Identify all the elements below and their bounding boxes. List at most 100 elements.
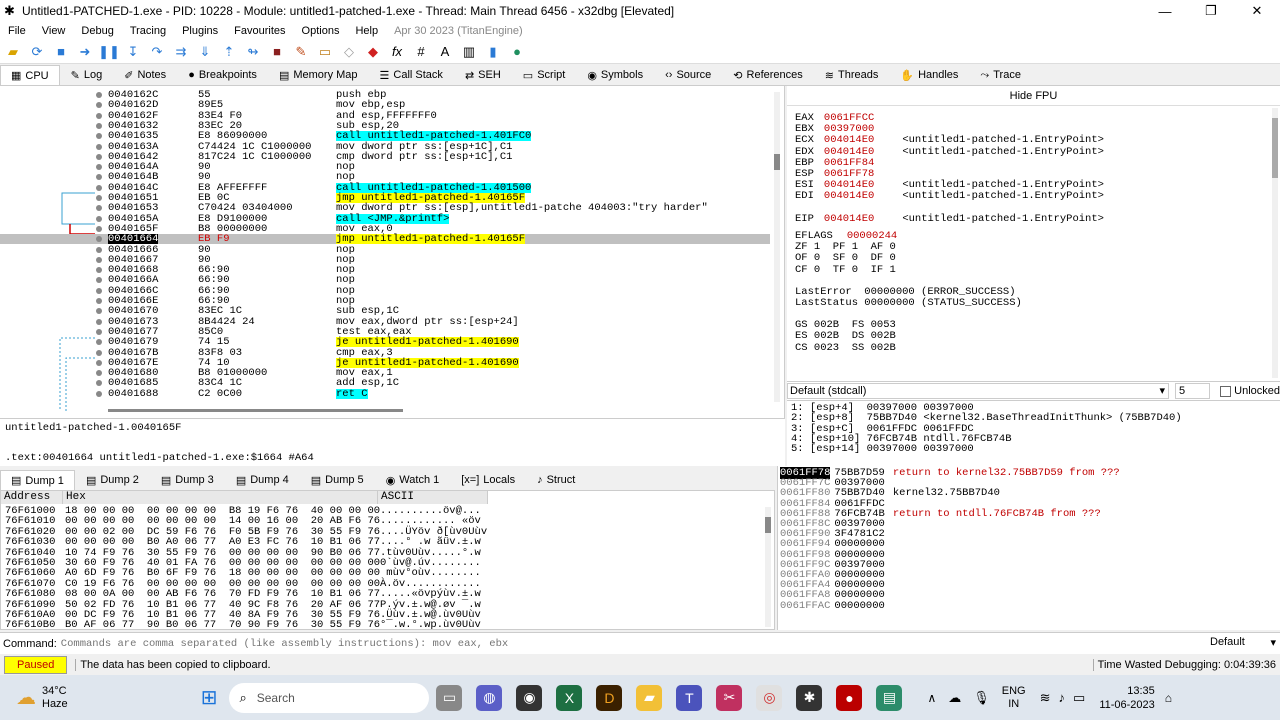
pause-icon[interactable]: ❚❚ — [98, 43, 120, 61]
register-row[interactable]: EDI 004014E0 <untitled1-patched-1.EntryPoi… — [795, 190, 1104, 202]
breakpoint-dot[interactable] — [96, 133, 102, 140]
execute-till-return-icon[interactable]: ⇡ — [220, 43, 238, 61]
segment-row[interactable]: ES 002B DS 002B — [795, 330, 896, 342]
tab-call-stack[interactable]: ☰ Call Stack — [369, 65, 454, 85]
tab-references[interactable]: ⟲ References — [722, 65, 813, 85]
start-icon[interactable]: ⊞ — [201, 685, 218, 710]
run-to-user-code-icon[interactable]: ↬ — [244, 43, 262, 61]
register-row[interactable]: ESI 004014E0 <untitled1-patched-1.EntryPoi… — [795, 179, 1104, 191]
file-explorer-icon[interactable]: ▰ — [636, 684, 663, 711]
menu-options[interactable]: Options — [294, 25, 348, 37]
register-row[interactable]: ESP 0061FF78 — [795, 168, 902, 180]
microphone-icon[interactable]: 🎙 — [973, 690, 990, 706]
hex-dump[interactable]: Address Hex ASCII 76F61000 18 00 00 00 00… — [0, 490, 775, 631]
disasm-scrollbar[interactable] — [774, 92, 780, 402]
register-row[interactable]: EBX 00397000 — [795, 123, 902, 135]
register-value[interactable]: 0061FFCC — [824, 112, 874, 124]
menu-file[interactable]: File — [0, 25, 34, 37]
flags-row[interactable]: OF 0 SF 0 DF 0 — [795, 252, 896, 264]
teams-chat-icon[interactable]: ◍ — [476, 684, 503, 711]
chrome-icon[interactable]: ◎ — [756, 684, 783, 711]
stack-value[interactable]: 00000000 — [834, 600, 884, 612]
teams-icon[interactable]: T — [676, 684, 703, 711]
register-row[interactable]: ECX 004014E0 <untitled1-patched-1.EntryPoi… — [795, 134, 1104, 146]
breakpoint-dot[interactable] — [96, 267, 102, 274]
lang-1[interactable]: ENG — [1002, 685, 1026, 698]
dump-tab-watch-1[interactable]: ◉ Watch 1 — [375, 470, 451, 490]
taskbar-search[interactable]: ⌕ Search — [229, 682, 430, 713]
breakpoint-dot[interactable] — [96, 174, 102, 181]
breakpoint-dot[interactable] — [96, 328, 102, 335]
function-icon[interactable]: fx — [388, 43, 406, 61]
register-value[interactable]: 004014E0 — [824, 213, 874, 225]
obs-icon[interactable]: ◉ — [516, 684, 543, 711]
menu-view[interactable]: View — [34, 25, 74, 37]
lang-2[interactable]: IN — [1002, 698, 1026, 711]
segment-row[interactable]: GS 002B FS 0053 — [795, 319, 896, 331]
dump-ascii[interactable]: °¯.w.°.wp.ùv0Uùv — [380, 620, 481, 631]
dump-tab-dump-1[interactable]: ▤ Dump 1 — [0, 470, 75, 490]
help-icon[interactable]: ▮ — [484, 43, 502, 61]
breakpoint-dot[interactable] — [96, 112, 102, 119]
dump-tab-dump-4[interactable]: ▤ Dump 4 — [225, 470, 300, 490]
register-value[interactable]: 0061FF78 — [824, 168, 874, 180]
maximize-button[interactable]: ❐ — [1188, 0, 1234, 22]
x32dbg-icon[interactable]: ✱ — [796, 684, 823, 711]
open-icon[interactable]: ▰ — [4, 43, 22, 61]
breakpoint-dot[interactable] — [96, 277, 102, 284]
tab-seh[interactable]: ⇄ SEH — [454, 65, 512, 85]
disassembly-view[interactable]: 0040162C 55 push ebp 0040162D 89E5 mov ebp,es… — [0, 86, 785, 418]
register-value[interactable]: 004014E0 — [824, 146, 874, 158]
tab-source[interactable]: ‹› Source — [654, 65, 722, 85]
breakpoint-dot[interactable] — [96, 102, 102, 109]
label-icon[interactable]: ◇ — [340, 43, 358, 61]
onedrive-icon[interactable]: ☁ — [948, 690, 961, 706]
disasm-row[interactable]: 00401688 C2 0C00 ret C — [0, 388, 770, 399]
unlocked-checkbox[interactable] — [1220, 385, 1232, 397]
step-over-icon[interactable]: ↷ — [148, 43, 166, 61]
tab-memory-map[interactable]: ▤ Memory Map — [268, 65, 369, 85]
run-icon[interactable]: ➜ — [76, 43, 94, 61]
wifi-icon[interactable]: ≋ — [1040, 690, 1051, 706]
notification-icon[interactable]: ⌂ — [1165, 691, 1172, 705]
trace-over-icon[interactable]: ⇓ — [196, 43, 214, 61]
bookmark-icon[interactable]: ◆ — [364, 43, 382, 61]
globe-icon[interactable]: ● — [508, 43, 526, 61]
breakpoint-dot[interactable] — [96, 390, 102, 397]
arg-count-spinner[interactable]: 5 — [1174, 383, 1211, 399]
battery-icon[interactable]: ▭ — [1073, 690, 1085, 706]
font-icon[interactable]: A — [436, 43, 454, 61]
breakpoint-dot[interactable] — [96, 164, 102, 171]
breakpoint-dot[interactable] — [96, 339, 102, 346]
stop-icon[interactable]: ■ — [268, 43, 286, 61]
breakpoint-dot[interactable] — [96, 370, 102, 377]
tab-trace[interactable]: ⤳ Trace — [969, 65, 1032, 85]
tab-script[interactable]: ▭ Script — [512, 65, 577, 85]
stack-arguments[interactable]: 1: [esp+4] 00397000 00397000 2: [esp+8] 7… — [787, 400, 1280, 466]
menu-help[interactable]: Help — [347, 25, 386, 37]
breakpoint-dot[interactable] — [96, 349, 102, 356]
registers-panel[interactable]: Hide FPU EAX 0061FFCC EBX 00397000 ECX 004014… — [787, 86, 1280, 382]
recorder-icon[interactable]: ● — [836, 684, 863, 711]
flags-row[interactable]: CF 0 TF 0 IF 1 — [795, 264, 896, 276]
disasm-row[interactable]: 00401664 EB F9 jmp untitled1-patched-1.401… — [0, 234, 770, 245]
tab-notes[interactable]: ✐ Notes — [113, 65, 177, 85]
breakpoint-dot[interactable] — [96, 287, 102, 294]
breakpoint-dot[interactable] — [96, 184, 102, 191]
dump-tab-dump-2[interactable]: ▤ Dump 2 — [75, 470, 150, 490]
breakpoint-dot[interactable] — [96, 256, 102, 263]
breakpoint-dot[interactable] — [96, 153, 102, 160]
restart-icon[interactable]: ⟳ — [28, 43, 46, 61]
paint-icon[interactable]: ✂ — [716, 684, 743, 711]
eflags-value[interactable]: 00000244 — [847, 230, 897, 242]
breakpoint-dot[interactable] — [96, 92, 102, 98]
tab-symbols[interactable]: ◉ Symbols — [576, 65, 654, 85]
flags-row[interactable]: ZF 1 PF 1 AF 0 — [795, 241, 896, 253]
register-value[interactable]: 0061FF84 — [824, 157, 874, 169]
menu-debug[interactable]: Debug — [73, 25, 121, 37]
breakpoint-dot[interactable] — [96, 246, 102, 253]
breakpoint-dot[interactable] — [96, 205, 102, 212]
calling-convention-select[interactable]: Default (stdcall) ▾ — [787, 383, 1169, 399]
register-value[interactable]: 004014E0 — [824, 190, 874, 202]
breakpoint-dot[interactable] — [96, 225, 102, 232]
